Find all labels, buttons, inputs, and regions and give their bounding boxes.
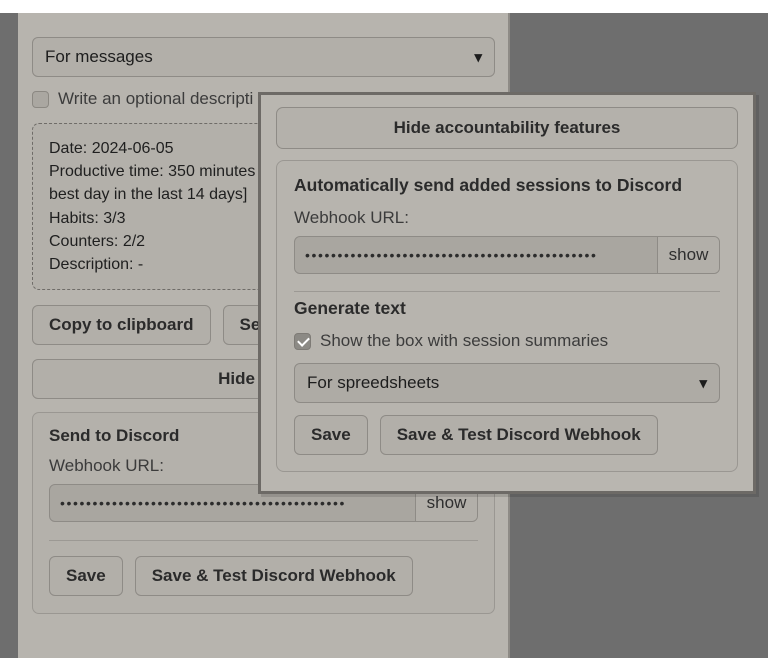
chevron-down-icon: ▾ xyxy=(699,375,707,392)
modal-text-format-select-value: For spreedsheets xyxy=(307,373,440,392)
modal-webhook-url-show-button[interactable]: show xyxy=(657,237,719,273)
modal-webhook-url-label: Webhook URL: xyxy=(294,208,409,227)
show-summary-box-checkbox[interactable] xyxy=(294,332,311,350)
optional-description-checkbox[interactable] xyxy=(32,90,49,108)
modal-save-and-test-webhook-button[interactable]: Save & Test Discord Webhook xyxy=(379,415,658,455)
save-button[interactable]: Save xyxy=(49,556,123,597)
text-format-select-value: For messages xyxy=(45,47,153,66)
hide-accountability-features-button[interactable]: Hide accountability features xyxy=(276,107,738,149)
text-format-select[interactable]: For messages ▾ xyxy=(32,37,495,77)
modal-webhook-url-input[interactable]: ••••••••••••••••••••••••••••••••••••••••… xyxy=(295,237,657,273)
copy-to-clipboard-button[interactable]: Copy to clipboard xyxy=(32,305,211,346)
modal-save-button[interactable]: Save xyxy=(294,415,368,455)
modal-webhook-url-field[interactable]: ••••••••••••••••••••••••••••••••••••••••… xyxy=(294,236,720,274)
screen: For messages ▾ Write an optional descrip… xyxy=(0,0,768,670)
generate-text-title: Generate text xyxy=(294,298,406,318)
chevron-down-icon: ▾ xyxy=(474,49,482,66)
optional-description-label: Write an optional descripti xyxy=(58,89,254,108)
show-summary-box-row[interactable]: Show the box with session summaries xyxy=(294,331,720,351)
card-divider xyxy=(49,540,478,542)
modal-text-format-select[interactable]: For spreedsheets ▾ xyxy=(294,363,720,403)
discord-card-actions-row: Save Save & Test Discord Webhook xyxy=(49,556,478,597)
auto-send-title: Automatically send added sessions to Dis… xyxy=(294,175,683,195)
show-summary-box-label: Show the box with session summaries xyxy=(320,331,609,350)
modal-card-divider xyxy=(294,291,720,292)
accountability-features-modal: Hide accountability features Automatical… xyxy=(258,92,756,494)
save-and-test-webhook-button[interactable]: Save & Test Discord Webhook xyxy=(134,556,413,597)
modal-actions-row: Save Save & Test Discord Webhook xyxy=(294,415,720,455)
accountability-settings-card: Automatically send added sessions to Dis… xyxy=(276,160,738,472)
